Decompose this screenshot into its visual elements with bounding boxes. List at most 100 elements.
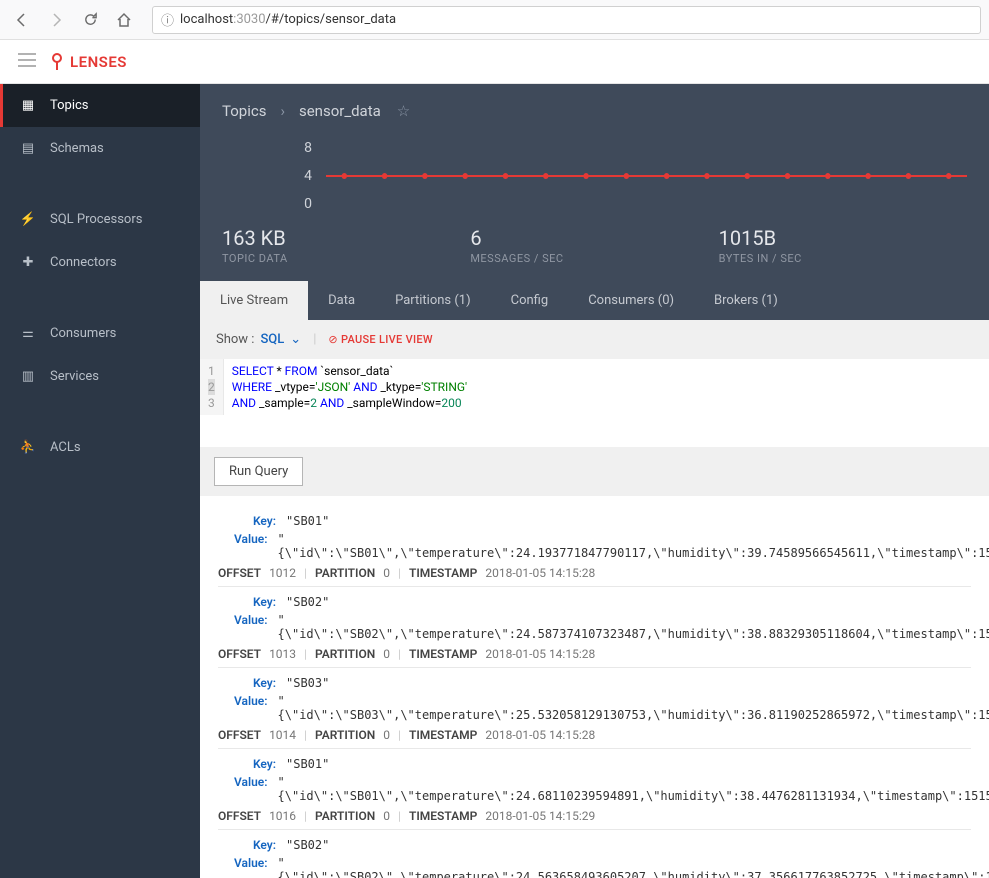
star-icon[interactable]: ☆ <box>397 102 410 120</box>
offset-value: 1014 <box>269 728 296 742</box>
timestamp-label: TIMESTAMP <box>409 809 477 823</box>
sidebar-item-topics[interactable]: ▦Topics <box>0 84 200 127</box>
main-content: Topics › sensor_data ☆ 8 4 0 <box>200 40 989 878</box>
sidebar-item-connectors[interactable]: ✚Connectors <box>0 241 200 284</box>
offset-label: OFFSET <box>218 809 261 823</box>
sidebar-item-sql[interactable]: ⚡SQL Processors <box>0 198 200 241</box>
topic-chart: 8 4 0 <box>222 138 967 214</box>
record: Key:"SB03"Value:"{\"id\":\"SB03\",\"temp… <box>218 667 971 748</box>
timestamp-label: TIMESTAMP <box>409 566 477 580</box>
value-value: "{\"id\":\"SB02\",\"temperature\":24.563… <box>278 856 989 878</box>
key-label: Key: <box>234 676 276 690</box>
stat-label: TOPIC DATA <box>222 252 470 265</box>
value-label: Value: <box>234 532 268 560</box>
sidebar-item-label: Schemas <box>50 141 104 156</box>
editor-padding <box>200 415 989 447</box>
offset-label: OFFSET <box>218 566 261 580</box>
offset-value: 1016 <box>269 809 296 823</box>
partition-value: 0 <box>383 809 390 823</box>
forward-button[interactable] <box>42 6 70 34</box>
query-bar: Run Query <box>200 447 989 496</box>
value-label: Value: <box>234 775 268 803</box>
key-label: Key: <box>234 838 276 852</box>
y-tick: 0 <box>304 196 312 212</box>
timestamp-value: 2018-01-05 14:15:28 <box>485 728 595 742</box>
stat-value: 163 KB <box>222 226 470 250</box>
stat-topic-data: 163 KB TOPIC DATA <box>222 226 470 265</box>
chevron-down-icon[interactable]: ⌄ <box>290 332 301 347</box>
tab-consumers[interactable]: Consumers (0) <box>568 281 694 320</box>
stat-value: 1015B <box>719 226 967 250</box>
stat-messages: 6 MESSAGES / SEC <box>470 226 718 265</box>
offset-value: 1012 <box>269 566 296 580</box>
sql-toggle[interactable]: SQL <box>260 332 284 347</box>
pause-button[interactable]: ⊘ PAUSE LIVE VIEW <box>328 333 433 346</box>
sidebar-item-acls[interactable]: ⛹ACLs <box>0 426 200 469</box>
stat-label: BYTES IN / SEC <box>719 252 967 265</box>
chart-y-axis: 8 4 0 <box>222 138 312 214</box>
url-path: /#/topics/sensor_data <box>266 12 397 27</box>
back-button[interactable] <box>8 6 36 34</box>
value-label: Value: <box>234 613 268 641</box>
timestamp-value: 2018-01-05 14:15:29 <box>485 809 595 823</box>
browser-toolbar: ⓘ localhost:3030/#/topics/sensor_data <box>0 0 989 40</box>
logo[interactable]: LENSES <box>50 53 127 71</box>
offset-value: 1013 <box>269 647 296 661</box>
lenses-icon <box>50 53 64 71</box>
key-label: Key: <box>234 595 276 609</box>
sidebar-item-label: Consumers <box>50 326 116 341</box>
key-value: "SB01" <box>286 514 329 528</box>
key-value: "SB02" <box>286 838 329 852</box>
stat-bytes: 1015B BYTES IN / SEC <box>719 226 967 265</box>
sidebar-item-label: Connectors <box>50 255 117 270</box>
menu-icon[interactable] <box>18 52 36 71</box>
partition-label: PARTITION <box>315 809 375 823</box>
tab-partitions[interactable]: Partitions (1) <box>375 281 491 320</box>
timestamp-label: TIMESTAMP <box>409 647 477 661</box>
value-label: Value: <box>234 694 268 722</box>
breadcrumb: Topics › sensor_data ☆ <box>222 102 967 120</box>
editor-code[interactable]: SELECT * FROM `sensor_data` WHERE _vtype… <box>224 359 989 415</box>
stat-label: MESSAGES / SEC <box>470 252 718 265</box>
partition-label: PARTITION <box>315 566 375 580</box>
timestamp-label: TIMESTAMP <box>409 728 477 742</box>
tab-brokers[interactable]: Brokers (1) <box>694 281 798 320</box>
tabs: Live Stream Data Partitions (1) Config C… <box>200 281 989 320</box>
chart-icon: ▥ <box>20 369 36 384</box>
url-bar[interactable]: ⓘ localhost:3030/#/topics/sensor_data <box>152 6 981 34</box>
key-value: "SB02" <box>286 595 329 609</box>
value-value: "{\"id\":\"SB01\",\"temperature\":24.681… <box>278 775 989 803</box>
separator: | <box>313 332 316 347</box>
value-value: "{\"id\":\"SB01\",\"temperature\":24.193… <box>278 532 989 560</box>
results: Key: "SB01" Value: "{\"id\":\"SB01\",\"temp… <box>200 496 989 878</box>
run-query-button[interactable]: Run Query <box>214 457 303 486</box>
tab-live-stream[interactable]: Live Stream <box>200 281 308 320</box>
offset-label: OFFSET <box>218 647 261 661</box>
document-icon: ▤ <box>20 141 36 156</box>
breadcrumb-root[interactable]: Topics <box>222 102 266 120</box>
sidebar-item-label: Topics <box>50 98 89 113</box>
key-value: "SB01" <box>286 757 329 771</box>
stat-value: 6 <box>470 226 718 250</box>
topic-header: Topics › sensor_data ☆ 8 4 0 <box>200 84 989 281</box>
editor-gutter: 123 <box>200 359 224 415</box>
y-tick: 4 <box>304 168 312 184</box>
key-label: Key: <box>234 757 276 771</box>
sidebar-item-schemas[interactable]: ▤ Schemas <box>0 127 200 170</box>
reload-button[interactable] <box>76 6 104 34</box>
key-label: Key: <box>234 514 276 528</box>
chart-line <box>326 138 967 214</box>
stream-controls: Show : SQL ⌄ | ⊘ PAUSE LIVE VIEW <box>200 320 989 359</box>
sidebar-item-services[interactable]: ▥ Services <box>0 355 200 398</box>
sidebar-item-label: Services <box>50 369 99 384</box>
sql-editor[interactable]: 123 SELECT * FROM `sensor_data` WHERE _v… <box>200 359 989 415</box>
home-button[interactable] <box>110 6 138 34</box>
timestamp-value: 2018-01-05 14:15:28 <box>485 647 595 661</box>
tab-config[interactable]: Config <box>491 281 569 320</box>
sliders-icon: ⚌ <box>20 326 36 341</box>
tab-data[interactable]: Data <box>308 281 375 320</box>
record: Key:"SB01"Value:"{\"id\":\"SB01\",\"temp… <box>218 748 971 829</box>
users-icon: ⛹ <box>20 440 36 455</box>
timestamp-value: 2018-01-05 14:15:28 <box>485 566 595 580</box>
sidebar-item-consumers[interactable]: ⚌ Consumers <box>0 312 200 355</box>
